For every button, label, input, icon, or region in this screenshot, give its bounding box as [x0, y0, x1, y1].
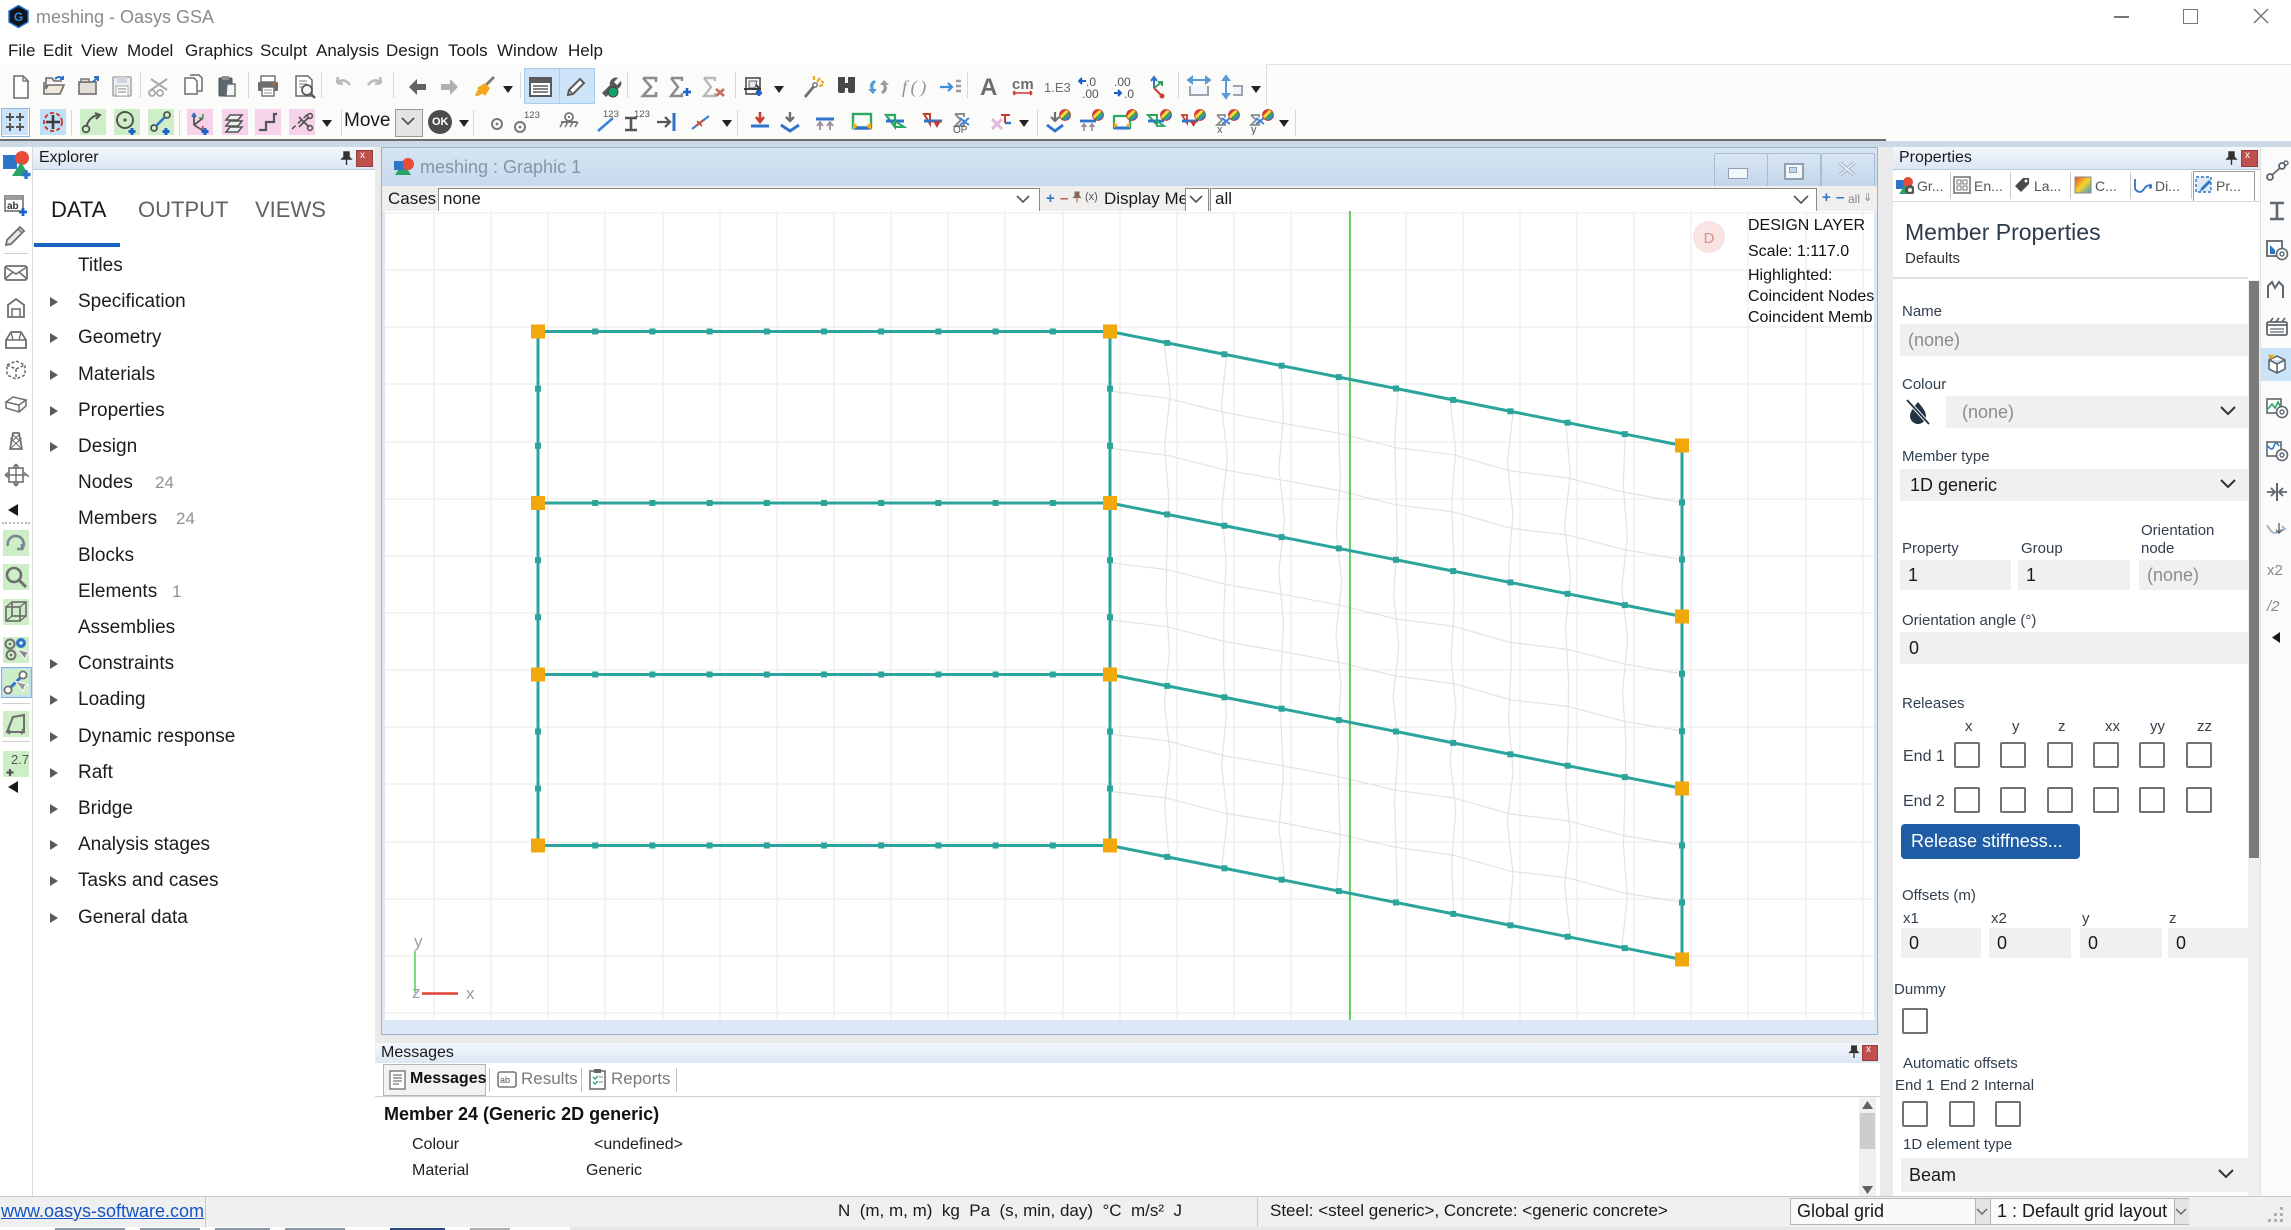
- svg-text:y: y: [1251, 124, 1257, 135]
- svg-text:123: 123: [634, 109, 650, 120]
- svg-text:x: x: [1217, 124, 1223, 135]
- svg-text:123: 123: [524, 110, 540, 121]
- svg-text:.0: .0: [1124, 87, 1134, 100]
- svg-text:Coincident Memb: Coincident Memb: [1748, 309, 1873, 326]
- svg-text:y: y: [414, 932, 423, 951]
- svg-text:2.7: 2.7: [11, 752, 29, 767]
- svg-text:OP: OP: [953, 125, 968, 135]
- svg-text:DESIGN LAYER: DESIGN LAYER: [1748, 217, 1865, 234]
- svg-text:1.E3: 1.E3: [1044, 80, 1070, 95]
- svg-text:ab: ab: [500, 1075, 510, 1085]
- svg-text:ab: ab: [7, 201, 19, 212]
- svg-text:D: D: [1704, 230, 1715, 247]
- svg-text:.00: .00: [1082, 87, 1099, 100]
- svg-text:z: z: [412, 983, 421, 1002]
- svg-text:Scale: 1:117.0: Scale: 1:117.0: [1748, 243, 1849, 260]
- svg-text:x: x: [466, 984, 475, 1003]
- svg-text:Coincident Nodes: Coincident Nodes: [1748, 288, 1874, 305]
- svg-text:cm: cm: [1012, 76, 1034, 93]
- svg-text:G: G: [14, 10, 23, 24]
- svg-text:/2: /2: [2266, 598, 2280, 615]
- svg-text:Highlighted:: Highlighted:: [1748, 267, 1833, 284]
- svg-text:A: A: [980, 74, 997, 100]
- svg-text:x2: x2: [2267, 562, 2283, 579]
- svg-text:123: 123: [603, 109, 619, 120]
- svg-text:f ( ): f ( ): [902, 77, 926, 98]
